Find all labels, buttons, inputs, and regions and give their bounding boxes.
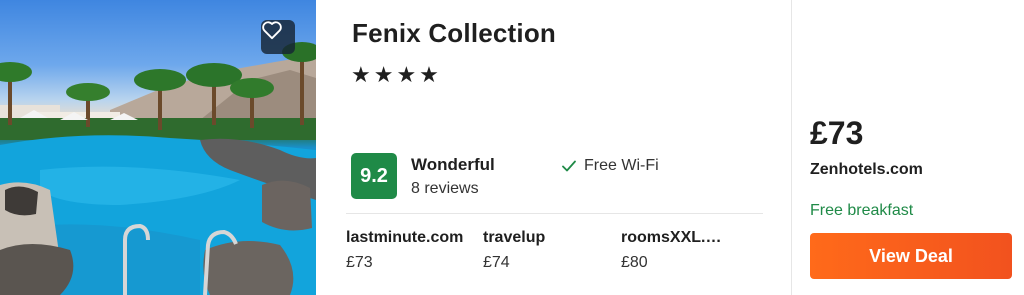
check-icon	[562, 160, 576, 172]
alt-deal-provider: roomsXXL.com	[621, 229, 727, 246]
deal-perk: Free breakfast	[810, 202, 914, 219]
divider	[346, 213, 763, 214]
deal-provider: Zenhotels.com	[810, 161, 923, 178]
alt-deal-price: £73	[346, 254, 373, 271]
alt-deal-price: £74	[483, 254, 510, 271]
heart-icon	[262, 21, 282, 40]
alt-deal-2[interactable]: travelup £74	[483, 229, 608, 272]
hotel-name[interactable]: Fenix Collection	[352, 18, 556, 49]
column-divider	[791, 0, 792, 295]
alt-deal-provider: lastminute.com	[346, 229, 464, 246]
alt-deal-price: £80	[621, 254, 648, 271]
alt-deal-3[interactable]: roomsXXL.com £80	[621, 229, 727, 272]
amenity-label: Free Wi-Fi	[584, 157, 659, 174]
review-score-label: Wonderful	[411, 155, 495, 174]
deal-price: £73	[810, 115, 864, 151]
star-rating: ★★★★	[351, 63, 442, 88]
amenity-wifi: Free Wi-Fi	[562, 157, 659, 175]
alt-deal-1[interactable]: lastminute.com £73	[346, 229, 471, 272]
alt-deal-provider: travelup	[483, 229, 546, 246]
view-deal-button[interactable]: View Deal	[810, 233, 1012, 279]
favorite-button[interactable]	[261, 20, 295, 54]
review-count[interactable]: 8 reviews	[411, 180, 479, 198]
review-score-badge[interactable]: 9.2	[351, 153, 397, 199]
hotel-result-card: Fenix Collection ★★★★ 9.2 Wonderful 8 re…	[0, 0, 1024, 295]
hotel-photo[interactable]	[0, 0, 316, 295]
